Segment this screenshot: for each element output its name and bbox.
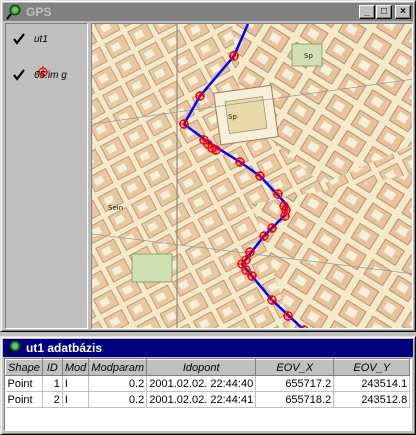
database-window: ut1 adatbázis Shape ID Mod Modparam Idopont E… (0, 336, 416, 435)
table-cell: 0.2 (88, 391, 148, 408)
db-title: ut1 adatbázis (26, 341, 103, 355)
table-cell: 2001.02.02. 22:44:41 (146, 391, 257, 408)
column-header[interactable]: Modparam (88, 359, 148, 376)
legend-label-ut1: ut1 (34, 33, 48, 45)
minimize-icon: _ (364, 6, 370, 17)
gps-title-bar[interactable]: GPS _ □ × (3, 3, 413, 21)
maximize-button[interactable]: □ (376, 5, 392, 19)
table-cell: 243514.1 (333, 375, 411, 392)
attribute-table: Shape ID Mod Modparam Idopont EOV_X EOV_Y Poin… (5, 359, 411, 408)
table-cell: I (62, 391, 90, 408)
column-header[interactable]: Idopont (146, 359, 257, 376)
table-cell: I (62, 375, 90, 392)
column-header[interactable]: ID (41, 359, 63, 376)
map-canvas[interactable]: Sp Sp Sein (92, 24, 413, 329)
column-header[interactable]: EOV_Y (333, 359, 411, 376)
column-header[interactable]: Shape (5, 359, 43, 376)
column-header[interactable]: Mod (61, 359, 90, 376)
magnifier-globe-icon (6, 4, 21, 20)
layer-legend: ut1 65.im g (5, 23, 88, 329)
checkmark-icon[interactable] (12, 68, 26, 82)
table-cell: 655718.2 (255, 391, 335, 408)
table-cell: Point (5, 391, 43, 408)
map-label: Sp (304, 52, 313, 60)
db-title-bar[interactable]: ut1 adatbázis (3, 339, 413, 357)
gps-title: GPS (26, 5, 52, 19)
table-row[interactable]: Point 1 I 0.2 2001.02.02. 22:44:40 655717.2 24… (5, 375, 411, 392)
legend-label-map: 65.im g (34, 69, 67, 81)
map-label: Sp (228, 113, 237, 121)
minimize-button[interactable]: _ (359, 5, 375, 19)
checkmark-icon[interactable] (12, 32, 26, 46)
legend-item-map[interactable]: 65.im g (12, 68, 67, 82)
legend-item-ut1[interactable]: ut1 (12, 32, 48, 46)
table-cell: 243512.8 (333, 391, 411, 408)
close-icon: × (400, 6, 406, 17)
table-cell: 2 (42, 391, 63, 408)
table-cell: 2001.02.02. 22:44:40 (146, 375, 257, 392)
map-view[interactable]: Sp Sp Sein (91, 23, 413, 329)
table-cell: Point (5, 375, 43, 392)
gps-window: GPS _ □ × ut1 65.im g Sp Sp Sein (0, 0, 416, 332)
table-cell: 1 (42, 375, 63, 392)
magnifier-globe-icon (6, 340, 21, 356)
map-label: Sein (108, 204, 123, 212)
attribute-grid[interactable]: Shape ID Mod Modparam Idopont EOV_X EOV_Y Poin… (4, 358, 412, 431)
column-header[interactable]: EOV_X (255, 359, 335, 376)
table-cell: 0.2 (88, 375, 148, 392)
maximize-icon: □ (380, 6, 388, 17)
table-cell: 655717.2 (255, 375, 335, 392)
close-button[interactable]: × (395, 5, 411, 19)
table-row[interactable]: Point 2 I 0.2 2001.02.02. 22:44:41 655718.2 24… (5, 391, 411, 408)
